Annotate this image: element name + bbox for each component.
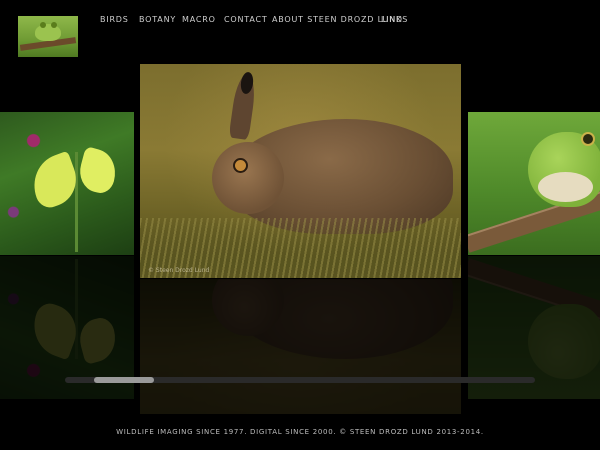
gallery-photo-hare[interactable]: © Steen Drozd Lund	[140, 64, 461, 278]
butterfly-wing	[75, 146, 121, 196]
gallery-reflection-hare	[140, 279, 461, 414]
frog-logo-icon	[35, 24, 61, 41]
gallery-photo-frog[interactable]	[468, 112, 600, 255]
site-logo[interactable]	[18, 16, 78, 57]
nav-botany[interactable]: BOTANY	[139, 15, 176, 24]
footer-text: WILDLIFE IMAGING SINCE 1977. DIGITAL SIN…	[116, 428, 484, 436]
gallery-scrollbar[interactable]	[65, 377, 535, 383]
gallery-photo-butterfly[interactable]	[0, 112, 134, 255]
nav-contact[interactable]: CONTACT	[224, 15, 268, 24]
photo-watermark: © Steen Drozd Lund	[148, 267, 210, 274]
nav-birds[interactable]: BIRDS	[100, 15, 129, 24]
nav-links[interactable]: LINKS	[381, 15, 408, 24]
nav-macro[interactable]: MACRO	[182, 15, 216, 24]
gallery-scroll-thumb[interactable]	[94, 377, 154, 383]
